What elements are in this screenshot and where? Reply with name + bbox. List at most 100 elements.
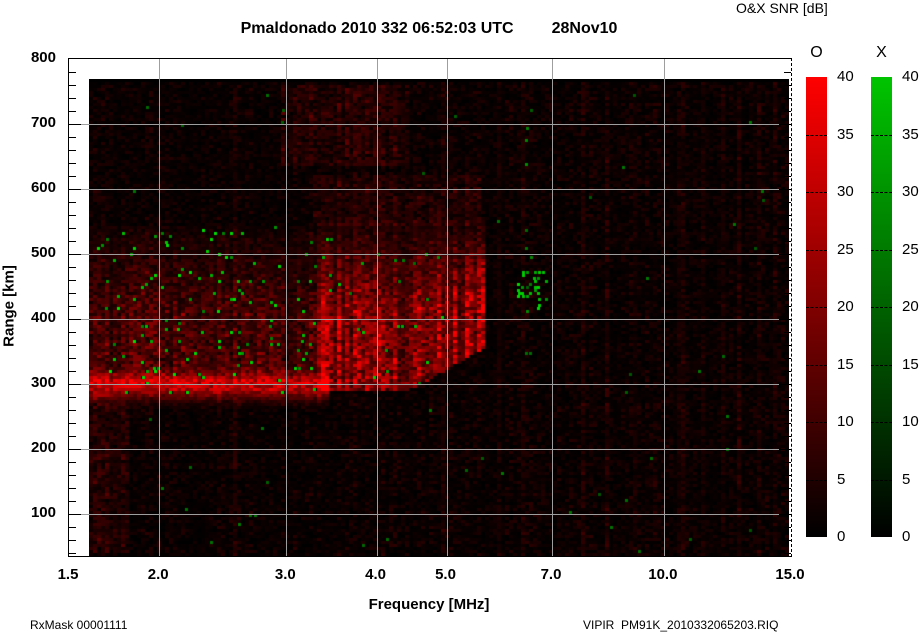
y-minor-tick-right [784,84,791,86]
plot-title: Pmaldonado 2010 332 06:52:03 UTC [240,20,514,37]
y-minor-tick-right [784,97,791,99]
y-minor-tick [69,110,76,112]
colorbar-tick [871,479,892,481]
footer-rxmask: RxMask 00001111 [30,618,128,632]
colorbar-tick-label: 5 [837,470,846,488]
y-minor-tick [69,292,76,294]
y-minor-tick [69,279,76,281]
y-minor-tick [69,214,76,216]
colorbar-tick-label: 20 [902,298,919,315]
y-minor-tick-right [784,214,791,216]
y-minor-tick [69,539,76,541]
gridline-horizontal [69,383,791,385]
gridline-horizontal [69,513,791,515]
y-major-tick-right [779,448,791,450]
colorbar-tick-label: 10 [902,413,919,430]
y-minor-tick [69,552,76,554]
y-tick-label: 600 [30,178,56,196]
x-tick-label: 1.5 [57,566,79,583]
x-tick-label: 4.0 [365,566,386,583]
y-minor-tick [69,344,76,346]
y-major-tick-right [779,383,791,385]
y-minor-tick-right [784,526,791,528]
colorbar-tick [806,134,827,136]
y-minor-tick-right [784,266,791,268]
colorbar-tick [871,134,892,136]
x-tick-label: 15.0 [775,566,805,583]
y-minor-tick-right [784,409,791,411]
y-minor-tick-right [784,175,791,177]
y-minor-tick [69,240,76,242]
colorbar-tick [806,307,827,308]
colorbar-tick [806,192,827,193]
gridline-horizontal [69,448,791,450]
y-tick-label: 100 [30,503,56,521]
colorbar-title: O&X SNR [dB] [736,0,828,16]
y-minor-tick [69,370,76,372]
gridline-horizontal [69,188,791,190]
gridline-vertical [552,59,554,556]
plot-frame [68,58,792,557]
y-minor-tick [69,175,76,177]
y-minor-tick [69,266,76,268]
colorbar-tick [806,422,827,423]
footer-filename: VIPIR PM91K_2010332065203.RIQ [583,618,779,632]
colorbar-tick-label: 0 [837,528,846,545]
colorbar-tick [806,364,827,366]
y-minor-tick-right [784,370,791,372]
y-tick-label: 200 [30,438,56,456]
y-minor-tick [69,474,76,476]
y-minor-tick [69,305,76,307]
y-minor-tick [69,136,76,138]
gridline-vertical [376,59,378,556]
colorbar-tick [871,307,892,308]
y-minor-tick-right [784,422,791,424]
y-tick-label: 700 [30,113,56,131]
y-minor-tick [69,149,76,151]
y-minor-tick [69,422,76,424]
y-minor-tick-right [784,71,791,73]
y-major-tick [69,448,81,450]
y-minor-tick [69,500,76,502]
x-tick-label: 7.0 [540,566,562,583]
plot-title-row: Pmaldonado 2010 332 06:52:03 UTC 28Nov10 [68,20,790,38]
y-tick-label: 500 [30,243,56,261]
y-minor-tick [69,409,76,411]
y-minor-tick-right [784,435,791,437]
y-major-tick [69,318,81,320]
y-minor-tick-right [784,136,791,138]
colorbar-tick-label: 40 [837,68,854,85]
y-minor-tick-right [784,396,791,398]
gridline-horizontal [69,318,791,320]
y-minor-tick-right [784,162,791,164]
y-minor-tick [69,357,76,359]
ionogram-heatmap-canvas [89,79,789,556]
colorbar-tick-label: 20 [837,298,854,315]
y-minor-tick [69,84,76,86]
y-minor-tick-right [784,539,791,541]
y-minor-tick [69,487,76,489]
y-minor-tick-right [784,474,791,476]
y-tick-label: 400 [30,308,56,326]
colorbar-tick-label: 25 [837,240,854,258]
colorbar-tick [871,364,892,366]
y-major-tick [69,253,81,255]
gridline-vertical [663,59,665,556]
y-major-tick [69,383,81,385]
y-minor-tick-right [784,149,791,151]
y-tick-label: 300 [30,373,56,391]
colorbar-tick-label: 35 [902,125,919,143]
y-tick-label: 800 [30,49,56,66]
colorbar-tick-label: 15 [902,355,919,373]
y-axis-label: Range [km] [0,265,18,347]
y-minor-tick [69,331,76,333]
gridline-vertical [286,59,288,556]
y-minor-tick-right [784,500,791,502]
colorbar-tick [871,249,892,251]
x-tick-label: 3.0 [274,566,296,583]
colorbar-tick [806,479,827,481]
colorbar-tick [871,422,892,423]
y-minor-tick-right [784,344,791,346]
gridline-vertical [446,59,448,556]
y-major-tick-right [779,253,791,255]
